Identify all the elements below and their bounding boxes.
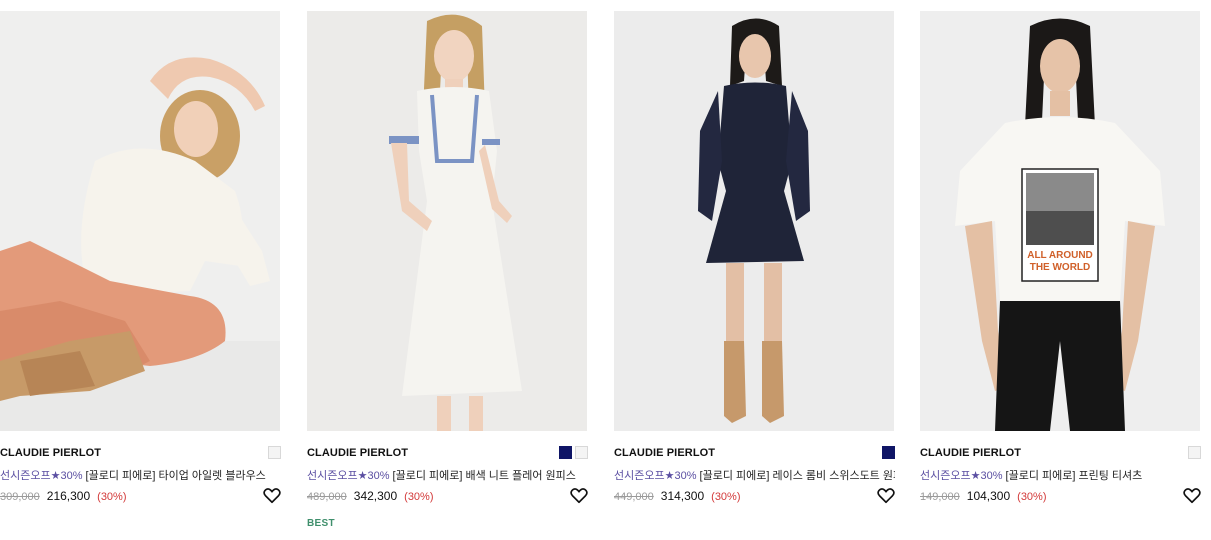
promo-label: 선시즌오프★30%: [614, 470, 697, 482]
original-price: 149,000: [920, 491, 960, 503]
sale-price: 104,300: [966, 489, 1011, 503]
sale-price: 314,300: [660, 489, 705, 503]
product-card[interactable]: ALL AROUND THE WORLD CLAUDIE PIERLOT 선시즌…: [920, 0, 1201, 540]
brand-name: CLAUDIE PIERLOT: [614, 447, 716, 459]
color-swatch[interactable]: [575, 446, 588, 459]
color-swatch[interactable]: [882, 446, 895, 459]
heart-icon[interactable]: [1183, 487, 1201, 504]
price-row: 149,000 104,300 (30%): [920, 489, 1047, 503]
color-swatch[interactable]: [268, 446, 281, 459]
discount-rate: (30%): [97, 491, 127, 503]
promo-label: 선시즌오프★30%: [307, 470, 390, 482]
product-name: [끌로디 피에로] 프린팅 티셔츠: [1005, 470, 1143, 482]
discount-rate: (30%): [711, 491, 741, 503]
original-price: 309,000: [0, 491, 40, 503]
sale-price: 342,300: [353, 489, 398, 503]
color-swatch[interactable]: [559, 446, 572, 459]
product-image[interactable]: [0, 11, 280, 431]
product-name: [끌로디 피에로] 배색 니트 플레어 원피스: [392, 470, 576, 482]
product-name: [끌로디 피에로] 레이스 롬비 스위스도트 원피스: [699, 470, 895, 482]
print-text: ALL AROUND: [1027, 250, 1093, 261]
price-row: 449,000 314,300 (30%): [614, 489, 741, 503]
product-photo-tshirt: ALL AROUND THE WORLD: [920, 11, 1200, 431]
product-name: [끌로디 피에로] 타이업 아일렛 블라우스: [85, 470, 266, 482]
color-swatches: [559, 446, 588, 459]
discount-rate: (30%): [1017, 491, 1047, 503]
heart-icon[interactable]: [263, 487, 281, 504]
best-badge: BEST: [307, 518, 335, 529]
color-swatches: [1188, 446, 1201, 459]
price-row: 309,000 216,300 (30%): [0, 489, 127, 503]
product-image[interactable]: ALL AROUND THE WORLD: [920, 11, 1200, 431]
product-image[interactable]: [614, 11, 894, 431]
product-card[interactable]: CLAUDIE PIERLOT 선시즌오프★30% [끌로디 피에로] 배색 니…: [307, 0, 588, 540]
promo-label: 선시즌오프★30%: [920, 470, 1003, 482]
brand-name: CLAUDIE PIERLOT: [307, 447, 409, 459]
price-row: 489,000 342,300 (30%): [307, 489, 434, 503]
original-price: 449,000: [614, 491, 654, 503]
product-photo-blouse: [0, 11, 280, 431]
product-card[interactable]: CLAUDIE PIERLOT 선시즌오프★30% [끌로디 피에로] 레이스 …: [614, 0, 895, 540]
product-title[interactable]: 선시즌오프★30% [끌로디 피에로] 레이스 롬비 스위스도트 원피스: [614, 467, 895, 483]
color-swatches: [268, 446, 281, 459]
promo-label: 선시즌오프★30%: [0, 470, 83, 482]
print-text: THE WORLD: [1030, 262, 1091, 273]
product-photo-dress: [307, 11, 587, 431]
brand-name: CLAUDIE PIERLOT: [920, 447, 1022, 459]
color-swatch[interactable]: [1188, 446, 1201, 459]
brand-name: CLAUDIE PIERLOT: [0, 447, 102, 459]
heart-icon[interactable]: [570, 487, 588, 504]
discount-rate: (30%): [404, 491, 434, 503]
product-image[interactable]: [307, 11, 587, 431]
product-photo-lace-dress: [614, 11, 894, 431]
color-swatches: [882, 446, 895, 459]
sale-price: 216,300: [46, 489, 91, 503]
product-title[interactable]: 선시즌오프★30% [끌로디 피에로] 배색 니트 플레어 원피스: [307, 467, 588, 483]
product-title[interactable]: 선시즌오프★30% [끌로디 피에로] 타이업 아일렛 블라우스: [0, 467, 281, 483]
heart-icon[interactable]: [877, 487, 895, 504]
original-price: 489,000: [307, 491, 347, 503]
product-title[interactable]: 선시즌오프★30% [끌로디 피에로] 프린팅 티셔츠: [920, 467, 1201, 483]
product-card[interactable]: CLAUDIE PIERLOT 선시즌오프★30% [끌로디 피에로] 타이업 …: [0, 0, 281, 540]
